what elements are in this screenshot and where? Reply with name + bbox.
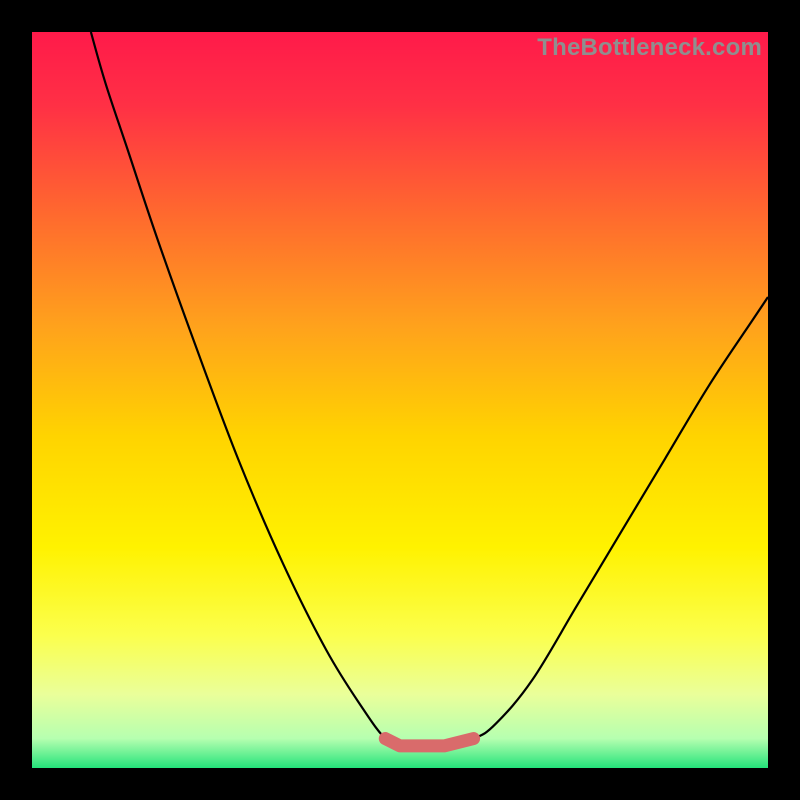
bottleneck-curve [32,32,768,768]
chart-frame: TheBottleneck.com [0,0,800,800]
plot-area: TheBottleneck.com [32,32,768,768]
watermark-text: TheBottleneck.com [537,34,762,62]
